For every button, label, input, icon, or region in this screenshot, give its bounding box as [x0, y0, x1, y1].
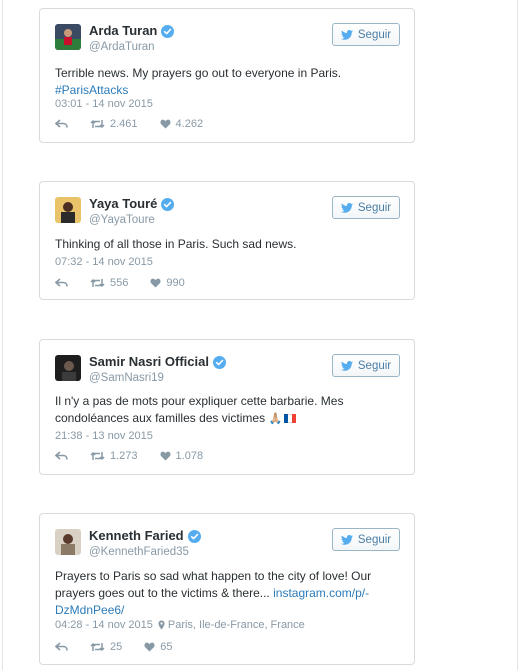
- tweet-text: Terrible news. My prayers go out to ever…: [55, 65, 400, 99]
- reply-button[interactable]: [55, 451, 68, 461]
- author-row: Yaya Touré: [89, 196, 175, 212]
- retweet-button[interactable]: 556: [90, 277, 128, 289]
- follow-button[interactable]: Seguir: [332, 196, 400, 219]
- twitter-bird-icon: [340, 29, 353, 40]
- like-button[interactable]: 4.262: [160, 118, 204, 130]
- reply-button[interactable]: [55, 278, 68, 288]
- reply-icon: [55, 119, 68, 128]
- heart-icon: [144, 642, 155, 652]
- follow-label: Seguir: [357, 201, 392, 214]
- author-name[interactable]: Kenneth Faried: [89, 528, 184, 544]
- retweet-button[interactable]: 2.461: [90, 118, 138, 130]
- follow-label: Seguir: [357, 533, 392, 546]
- reply-button[interactable]: [55, 642, 68, 652]
- french-flag-icon: [284, 414, 297, 423]
- reply-icon: [55, 642, 68, 651]
- page: Arda Turan @ArdaTuran Seguir Terrible ne…: [0, 0, 521, 670]
- verified-badge-icon: [212, 355, 226, 369]
- author-handle[interactable]: @ArdaTuran: [89, 40, 155, 54]
- tweet-text: Thinking of all those in Paris. Such sad…: [55, 236, 400, 253]
- twitter-bird-icon: [340, 534, 353, 545]
- reply-icon: [55, 278, 68, 287]
- author-row: Samir Nasri Official: [89, 354, 226, 370]
- retweet-icon: [90, 119, 105, 129]
- verified-badge-icon: [161, 197, 175, 211]
- follow-button[interactable]: Seguir: [332, 354, 400, 377]
- retweet-button[interactable]: 25: [90, 641, 122, 653]
- twitter-bird-icon: [340, 202, 353, 213]
- tweet-body: Thinking of all those in Paris. Such sad…: [55, 237, 297, 251]
- avatar[interactable]: [55, 197, 81, 223]
- timestamp-link[interactable]: 03:01 - 14 nov 2015: [55, 97, 153, 111]
- author-handle[interactable]: @SamNasri19: [89, 371, 164, 385]
- retweet-icon: [90, 278, 105, 288]
- left-rule: [2, 0, 3, 670]
- praying-hands-emoji: 🙏🏼: [268, 413, 283, 425]
- reply-icon: [55, 451, 68, 460]
- like-count: 65: [160, 641, 173, 653]
- tweet-body: Terrible news. My prayers go out to ever…: [55, 66, 342, 80]
- tweet-card: Kenneth Faried @KennethFaried35 Seguir P…: [39, 513, 415, 665]
- avatar[interactable]: [55, 529, 81, 555]
- like-count: 990: [166, 277, 185, 289]
- location-link[interactable]: Paris, Ile-de-France, France: [158, 618, 305, 632]
- follow-button[interactable]: Seguir: [332, 23, 400, 46]
- like-button[interactable]: 65: [144, 641, 173, 653]
- author-row: Arda Turan: [89, 23, 175, 39]
- retweet-count: 1.273: [110, 450, 138, 462]
- heart-icon: [160, 119, 171, 129]
- avatar[interactable]: [55, 355, 81, 381]
- tweet-card: Arda Turan @ArdaTuran Seguir Terrible ne…: [39, 8, 415, 143]
- tweet-actions: 556 990: [55, 277, 207, 289]
- author-row: Kenneth Faried: [89, 528, 201, 544]
- tweet-actions: 2.461 4.262: [55, 118, 225, 130]
- hashtag-link[interactable]: #ParisAttacks: [55, 83, 128, 97]
- timestamp-link[interactable]: 07:32 - 14 nov 2015: [55, 255, 153, 269]
- tweet-actions: 25 65: [55, 641, 195, 653]
- twitter-bird-icon: [340, 360, 353, 371]
- timestamp-link[interactable]: 04:28 - 14 nov 2015: [55, 618, 153, 632]
- heart-icon: [150, 278, 161, 288]
- author-name[interactable]: Samir Nasri Official: [89, 354, 209, 370]
- verified-badge-icon: [187, 529, 201, 543]
- right-rule: [517, 0, 518, 670]
- retweet-button[interactable]: 1.273: [90, 450, 138, 462]
- like-button[interactable]: 1.078: [160, 450, 204, 462]
- author-name[interactable]: Yaya Touré: [89, 196, 157, 212]
- author-handle[interactable]: @YayaToure: [89, 213, 155, 227]
- author-handle[interactable]: @KennethFaried35: [89, 545, 189, 559]
- location-pin-icon: [158, 620, 165, 630]
- follow-button[interactable]: Seguir: [332, 528, 400, 551]
- follow-label: Seguir: [357, 359, 392, 372]
- tweet-text: Prayers to Paris so sad what happen to t…: [55, 568, 400, 619]
- retweet-count: 25: [110, 641, 123, 653]
- retweet-icon: [90, 642, 105, 652]
- timestamp-row: 04:28 - 14 nov 2015 Paris, Ile-de-France…: [55, 618, 305, 632]
- tweet-card: Yaya Touré @YayaToure Seguir Thinking of…: [39, 181, 415, 300]
- avatar[interactable]: [55, 24, 81, 50]
- like-count: 1.078: [175, 450, 204, 462]
- heart-icon: [160, 451, 171, 461]
- follow-label: Seguir: [357, 28, 392, 41]
- location-label: Paris, Ile-de-France, France: [167, 619, 305, 631]
- tweet-body: Il n'y a pas de mots pour expliquer cett…: [55, 394, 344, 425]
- author-name[interactable]: Arda Turan: [89, 23, 157, 39]
- retweet-count: 556: [110, 277, 129, 289]
- tweet-actions: 1.273 1.078: [55, 450, 225, 462]
- reply-button[interactable]: [55, 119, 68, 129]
- timestamp-link[interactable]: 21:38 - 13 nov 2015: [55, 429, 153, 443]
- verified-badge-icon: [161, 24, 175, 38]
- tweet-card: Samir Nasri Official @SamNasri19 Seguir …: [39, 339, 415, 475]
- retweet-icon: [90, 451, 105, 461]
- like-button[interactable]: 990: [150, 277, 185, 289]
- tweet-text: Il n'y a pas de mots pour expliquer cett…: [55, 393, 400, 428]
- like-count: 4.262: [175, 118, 204, 130]
- retweet-count: 2.461: [110, 118, 138, 130]
